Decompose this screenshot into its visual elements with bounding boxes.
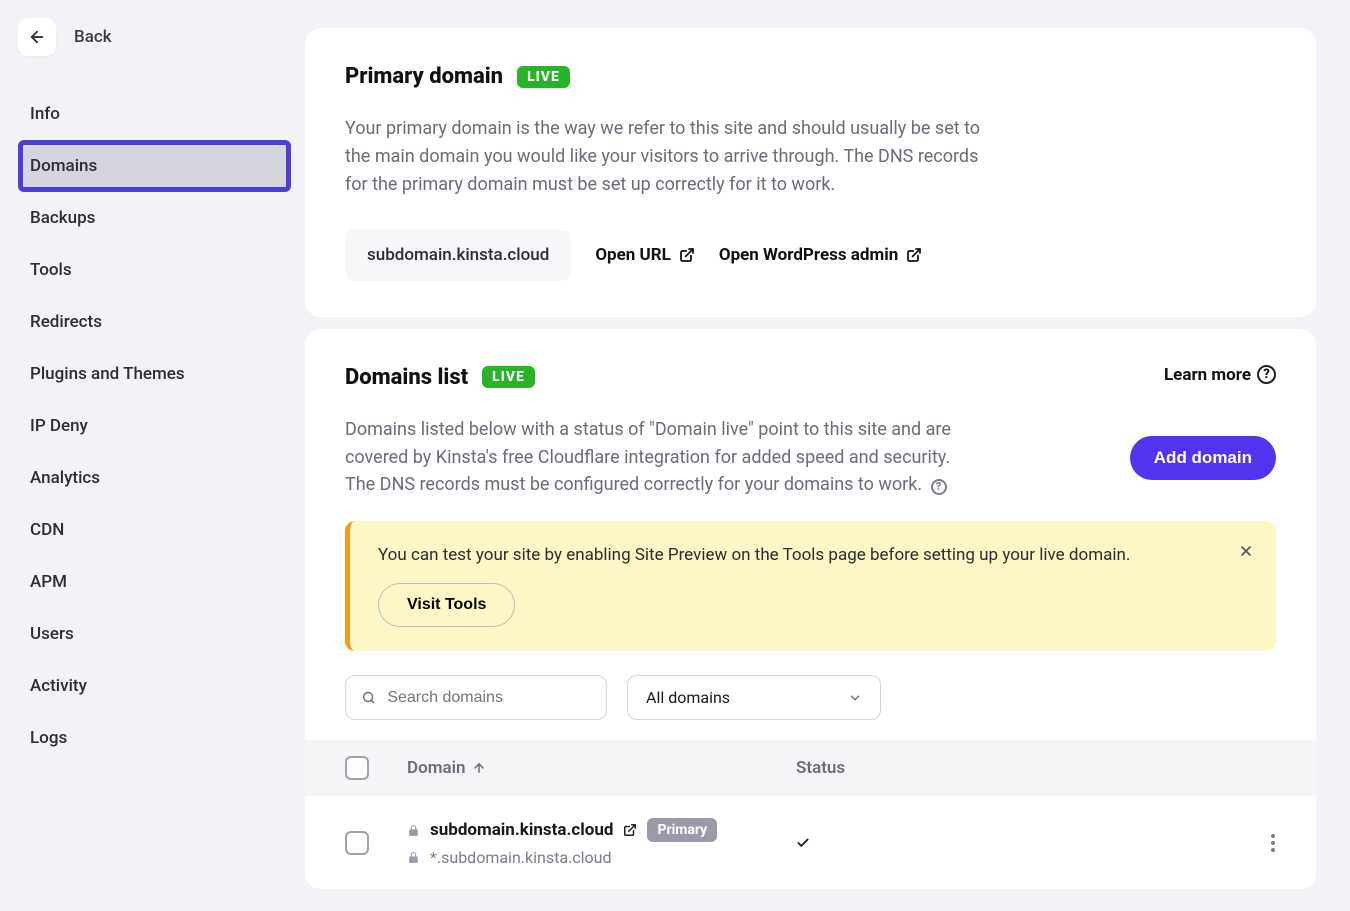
sidebar-item-backups[interactable]: Backups xyxy=(18,192,291,244)
sidebar-item-users[interactable]: Users xyxy=(18,608,291,660)
sidebar-item-tools[interactable]: Tools xyxy=(18,244,291,296)
domains-table: Domain Status subdomain.kinsta.cloud Pri… xyxy=(305,740,1316,889)
sidebar-item-logs[interactable]: Logs xyxy=(18,712,291,764)
sidebar-item-apm[interactable]: APM xyxy=(18,556,291,608)
external-link-icon xyxy=(906,247,922,263)
learn-more-button[interactable]: Learn more ? xyxy=(1164,365,1276,385)
sidebar-item-analytics[interactable]: Analytics xyxy=(18,452,291,504)
external-link-icon[interactable] xyxy=(623,823,637,837)
row-actions-menu[interactable] xyxy=(1270,833,1276,853)
domain-name: subdomain.kinsta.cloud xyxy=(430,820,613,840)
lock-icon xyxy=(407,851,420,864)
column-status[interactable]: Status xyxy=(796,758,1236,778)
search-icon xyxy=(362,690,375,705)
sidebar-item-info[interactable]: Info xyxy=(18,88,291,140)
select-all-checkbox[interactable] xyxy=(345,756,369,780)
sidebar-item-cdn[interactable]: CDN xyxy=(18,504,291,556)
lock-icon xyxy=(407,824,420,837)
domains-list-description: Domains listed below with a status of "D… xyxy=(345,419,951,496)
sidebar-item-ip-deny[interactable]: IP Deny xyxy=(18,400,291,452)
primary-domain-description: Your primary domain is the way we refer … xyxy=(345,115,985,199)
external-link-icon xyxy=(679,247,695,263)
arrow-left-icon xyxy=(28,28,46,46)
main-content: Primary domain LIVE Your primary domain … xyxy=(305,0,1350,911)
info-icon[interactable]: ? xyxy=(931,479,947,495)
more-vertical-icon xyxy=(1270,833,1276,853)
row-checkbox[interactable] xyxy=(345,831,369,855)
add-domain-button[interactable]: Add domain xyxy=(1130,436,1276,480)
domains-list-title: Domains list xyxy=(345,365,468,390)
table-row: subdomain.kinsta.cloud Primary *.subdoma… xyxy=(305,796,1316,889)
domain-filter-select[interactable]: All domains xyxy=(627,675,881,720)
primary-domain-card: Primary domain LIVE Your primary domain … xyxy=(305,28,1316,317)
open-url-button[interactable]: Open URL xyxy=(595,245,695,265)
back-label: Back xyxy=(74,27,112,47)
sidebar-item-domains[interactable]: Domains xyxy=(18,140,291,192)
open-url-label: Open URL xyxy=(595,245,671,265)
table-header: Domain Status xyxy=(305,740,1316,796)
live-badge: LIVE xyxy=(517,66,570,88)
sidebar: Back Info Domains Backups Tools Redirect… xyxy=(0,0,305,911)
primary-badge: Primary xyxy=(647,818,717,842)
wildcard-domain: *.subdomain.kinsta.cloud xyxy=(430,848,611,867)
sidebar-item-redirects[interactable]: Redirects xyxy=(18,296,291,348)
sidebar-item-activity[interactable]: Activity xyxy=(18,660,291,712)
open-wp-admin-label: Open WordPress admin xyxy=(719,245,898,265)
back-button[interactable] xyxy=(18,18,56,56)
primary-domain-title: Primary domain xyxy=(345,64,503,89)
domains-list-card: Domains list LIVE Learn more ? Domains l… xyxy=(305,329,1316,890)
checkmark-icon xyxy=(796,836,810,850)
open-wp-admin-button[interactable]: Open WordPress admin xyxy=(719,245,922,265)
visit-tools-button[interactable]: Visit Tools xyxy=(378,583,515,627)
search-domains-input[interactable] xyxy=(387,689,590,707)
sort-ascending-icon xyxy=(472,761,486,775)
column-domain[interactable]: Domain xyxy=(407,758,796,778)
notice-text: You can test your site by enabling Site … xyxy=(378,545,1248,565)
search-domains-wrap[interactable] xyxy=(345,675,607,720)
domain-filter-value: All domains xyxy=(646,688,730,707)
live-badge: LIVE xyxy=(482,366,535,388)
column-domain-label: Domain xyxy=(407,758,466,778)
site-preview-notice: You can test your site by enabling Site … xyxy=(345,521,1276,651)
close-icon[interactable] xyxy=(1238,543,1254,559)
chevron-down-icon xyxy=(848,691,862,705)
primary-domain-value: subdomain.kinsta.cloud xyxy=(345,229,571,281)
help-icon: ? xyxy=(1257,365,1276,384)
sidebar-item-plugins-themes[interactable]: Plugins and Themes xyxy=(18,348,291,400)
learn-more-label: Learn more xyxy=(1164,365,1251,385)
